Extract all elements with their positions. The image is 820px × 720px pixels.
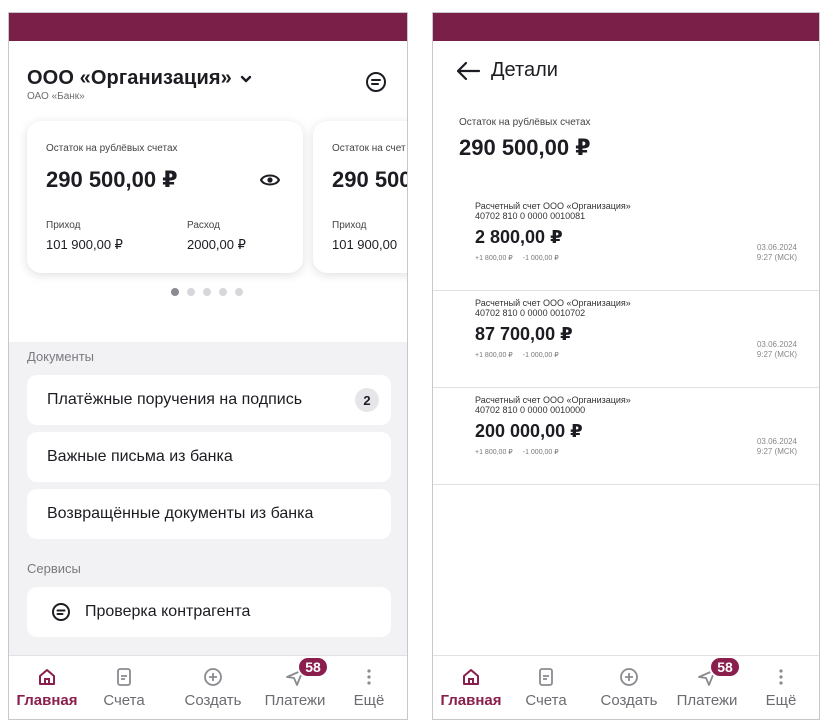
document-icon: [539, 668, 553, 686]
account-amount: 2 800,00 ₽: [475, 227, 563, 247]
account-row[interactable]: Расчетный счет ООО «Организация» 40702 81…: [433, 195, 819, 291]
balance-value: 290 500,00 ₽: [459, 135, 591, 160]
card-pager[interactable]: [171, 288, 243, 296]
payments-count-badge: 58: [709, 656, 741, 678]
account-amount: 200 000,00 ₽: [475, 421, 583, 441]
tab-payments[interactable]: Платежи 58: [667, 656, 747, 710]
chat-check-icon: [52, 603, 70, 621]
service-row-label: Проверка контрагента: [85, 603, 251, 620]
org-name: ООО «Организация»: [27, 67, 232, 89]
balance-value: 290 500,00 ₽: [46, 167, 178, 192]
tab-more[interactable]: Ещё: [741, 666, 819, 710]
doc-row-returned-docs[interactable]: Возвращённые документы из банка: [27, 489, 391, 539]
account-name: Расчетный счет ООО «Организация» 40702 81…: [475, 298, 631, 318]
tab-label: Счета: [103, 692, 145, 709]
chat-icon[interactable]: [365, 71, 387, 93]
tab-label: Главная: [16, 692, 78, 709]
home-icon: [39, 669, 55, 685]
income-value: 101 900,00 ₽: [46, 237, 123, 252]
tab-create[interactable]: Создать: [173, 666, 253, 710]
plus-circle-icon: [620, 668, 638, 686]
tab-label: Создать: [184, 692, 242, 709]
tab-accounts[interactable]: Счета: [506, 666, 586, 710]
tab-label: Платежи: [264, 692, 326, 709]
account-movements: +1 800,00 ₽ -1 000,00 ₽: [475, 255, 559, 262]
account-updated: 03.06.2024 9:27 (МСК): [756, 243, 797, 262]
account-amount: 87 700,00 ₽: [475, 324, 573, 344]
balance-card-next[interactable]: Остаток на счет 290 500 Приход 101 900,0…: [313, 121, 408, 273]
account-row[interactable]: Расчетный счет ООО «Организация» 40702 81…: [433, 389, 819, 485]
expense-value: 2000,00 ₽: [187, 237, 246, 252]
balance-label: Остаток на рублёвых счетах: [459, 117, 591, 128]
pager-dot[interactable]: [219, 288, 227, 296]
income-value: 101 900,00: [332, 237, 398, 252]
document-icon: [117, 668, 131, 686]
count-badge: 2: [355, 388, 379, 412]
tab-label: Счета: [525, 692, 567, 709]
org-selector[interactable]: ООО «Организация»: [27, 67, 252, 90]
pager-dot[interactable]: [235, 288, 243, 296]
pager-dot[interactable]: [187, 288, 195, 296]
expense-label: Расход: [187, 220, 220, 231]
page-title: Детали: [491, 59, 558, 81]
tab-label: Ещё: [353, 692, 385, 709]
account-movements: +1 800,00 ₽ -1 000,00 ₽: [475, 352, 559, 359]
home-screen: ООО «Организация» ОАО «Банк» Остаток на …: [8, 12, 408, 720]
bank-name: ОАО «Банк»: [27, 91, 85, 102]
chevron-down-icon: [240, 75, 252, 82]
status-bar: [9, 13, 407, 41]
tab-home[interactable]: Главная: [9, 666, 87, 710]
doc-row-payment-orders[interactable]: Платёжные поручения на подпись 2: [27, 375, 391, 425]
tab-payments[interactable]: Платежи 58: [255, 656, 335, 710]
doc-row-bank-letters[interactable]: Важные письма из банка: [27, 432, 391, 482]
payments-count-badge: 58: [297, 656, 329, 678]
home-header: ООО «Организация» ОАО «Банк» Остаток на …: [9, 41, 407, 342]
more-vertical-icon: [367, 669, 371, 685]
account-movements: +1 800,00 ₽ -1 000,00 ₽: [475, 449, 559, 456]
tab-label: Создать: [600, 692, 658, 709]
services-heading: Сервисы: [27, 561, 81, 576]
account-row[interactable]: Расчетный счет ООО «Организация» 40702 81…: [433, 292, 819, 388]
arrow-left-icon[interactable]: [455, 61, 481, 81]
balance-value: 290 500: [332, 167, 408, 192]
doc-row-label: Платёжные поручения на подпись: [47, 391, 303, 408]
balance-card[interactable]: Остаток на рублёвых счетах 290 500,00 ₽ …: [27, 121, 303, 273]
tab-bar: Главная Счета Создать Платежи 58 Ещё: [9, 655, 407, 719]
account-updated: 03.06.2024 9:27 (МСК): [756, 437, 797, 456]
account-name: Расчетный счет ООО «Организация» 40702 81…: [475, 395, 631, 415]
plus-circle-icon: [204, 668, 222, 686]
income-label: Приход: [332, 220, 367, 231]
tab-more[interactable]: Ещё: [329, 666, 407, 710]
documents-heading: Документы: [27, 349, 95, 364]
more-vertical-icon: [779, 669, 783, 685]
details-header: Детали: [455, 59, 558, 82]
pager-dot[interactable]: [171, 288, 179, 296]
home-icon: [463, 669, 479, 685]
tab-accounts[interactable]: Счета: [84, 666, 164, 710]
doc-row-label: Возвращённые документы из банка: [47, 505, 314, 522]
account-name: Расчетный счет ООО «Организация» 40702 81…: [475, 201, 631, 221]
account-updated: 03.06.2024 9:27 (МСК): [756, 340, 797, 359]
doc-row-label: Важные письма из банка: [47, 448, 233, 465]
balance-label: Остаток на счет: [332, 143, 406, 154]
service-row-counterparty-check[interactable]: Проверка контрагента: [27, 587, 391, 637]
eye-icon[interactable]: [259, 169, 281, 191]
tab-label: Главная: [440, 692, 502, 709]
tab-create[interactable]: Создать: [589, 666, 669, 710]
tab-home[interactable]: Главная: [433, 666, 511, 710]
tab-label: Платежи: [676, 692, 738, 709]
status-bar: [433, 13, 819, 41]
details-screen: Детали Остаток на рублёвых счетах 290 50…: [432, 12, 820, 720]
tab-bar: Главная Счета Создать Платежи 58 Ещё: [433, 655, 819, 719]
tab-label: Ещё: [765, 692, 797, 709]
pager-dot[interactable]: [203, 288, 211, 296]
income-label: Приход: [46, 220, 81, 231]
balance-label: Остаток на рублёвых счетах: [46, 143, 178, 154]
